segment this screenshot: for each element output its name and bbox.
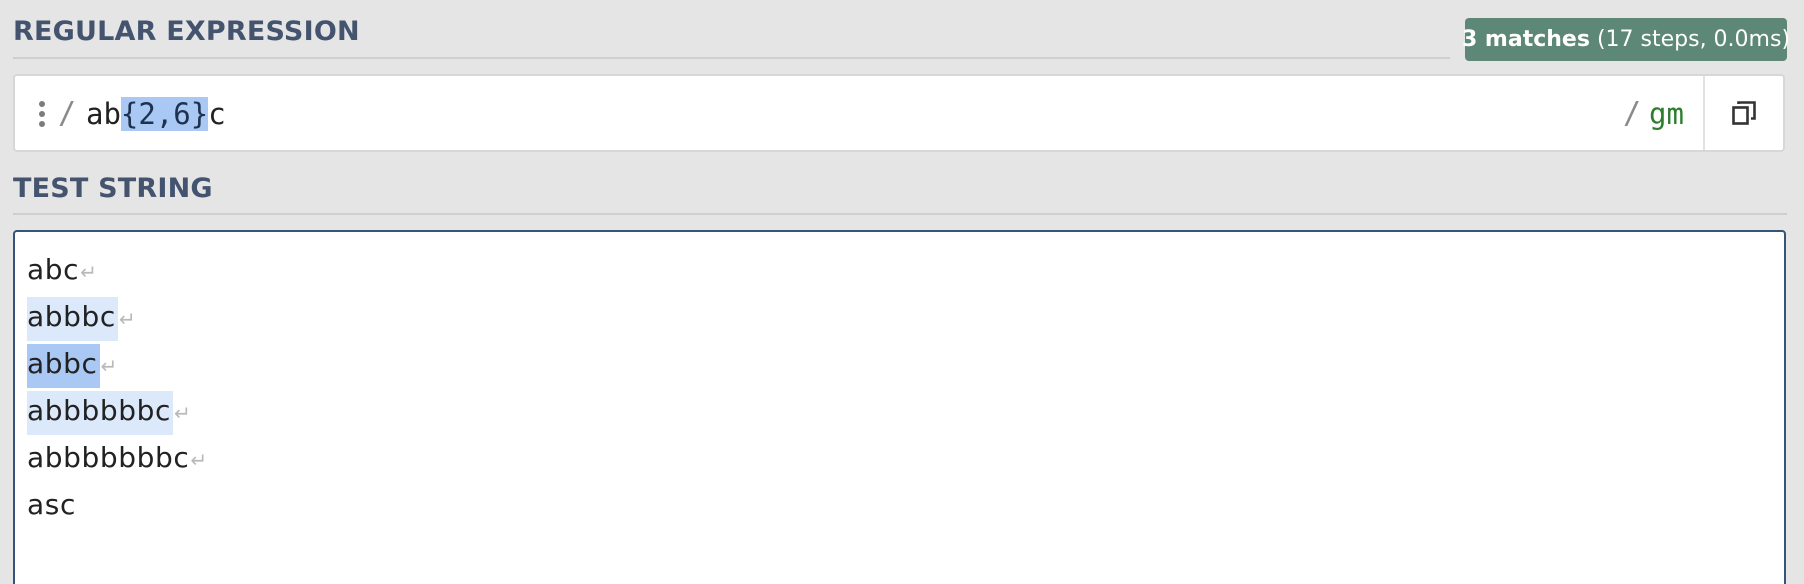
copy-regex-button[interactable] <box>1705 76 1783 150</box>
regex-panel: REGULAR EXPRESSION 3 matches (17 steps, … <box>0 0 1804 584</box>
regex-input[interactable]: ab{2,6}c <box>86 96 226 134</box>
test-string-line: abbc ↵ <box>27 344 207 391</box>
newline-icon: ↵ <box>100 354 118 378</box>
regex-pattern-prefix: ab <box>86 97 121 131</box>
test-string-title: TEST STRING <box>13 173 213 204</box>
test-string-input[interactable]: abc↵ abbbc ↵ abbc ↵ abbbbbbc ↵ abbbbbbbc↵ asc <box>13 230 1786 584</box>
newline-icon: ↵ <box>174 401 191 425</box>
regex-open-delimiter: / <box>58 96 77 131</box>
newline-icon: ↵ <box>80 260 97 284</box>
line-text: abc <box>27 253 80 286</box>
regex-pattern-suffix: c <box>208 97 226 131</box>
newline-icon: ↵ <box>118 307 136 331</box>
regex-editor: / ab{2,6}c / gm <box>13 74 1785 152</box>
regular-expression-title: REGULAR EXPRESSION <box>13 16 360 47</box>
test-string-divider <box>13 213 1787 215</box>
regular-expression-divider <box>13 57 1450 59</box>
match-highlight: abbc <box>27 344 100 388</box>
test-string-lines: abc↵ abbbc ↵ abbc ↵ abbbbbbc ↵ abbbbbbbc↵ asc <box>27 250 207 532</box>
line-text: asc <box>27 488 76 521</box>
line-text: abbbbbbbc <box>27 441 190 474</box>
match-details: (17 steps, 0.0ms) <box>1596 27 1791 52</box>
test-string-line: asc <box>27 485 207 532</box>
test-string-line: abbbbbbc ↵ <box>27 391 207 438</box>
test-string-line: abc↵ <box>27 250 207 297</box>
copy-icon <box>1732 101 1756 125</box>
match-highlight: abbbbbbc <box>27 391 173 435</box>
regex-menu-icon[interactable] <box>39 101 49 127</box>
match-info-badge: 3 matches (17 steps, 0.0ms) <box>1461 18 1791 61</box>
test-string-line: abbbbbbbc↵ <box>27 438 207 485</box>
match-count: 3 matches <box>1461 27 1590 52</box>
newline-icon: ↵ <box>190 448 208 472</box>
regex-flags[interactable]: gm <box>1649 96 1684 132</box>
regex-pattern-quantifier: {2,6} <box>120 97 209 131</box>
regex-close-delimiter: / <box>1623 96 1642 131</box>
test-string-line: abbbc ↵ <box>27 297 207 344</box>
match-highlight: abbbc <box>27 297 118 341</box>
